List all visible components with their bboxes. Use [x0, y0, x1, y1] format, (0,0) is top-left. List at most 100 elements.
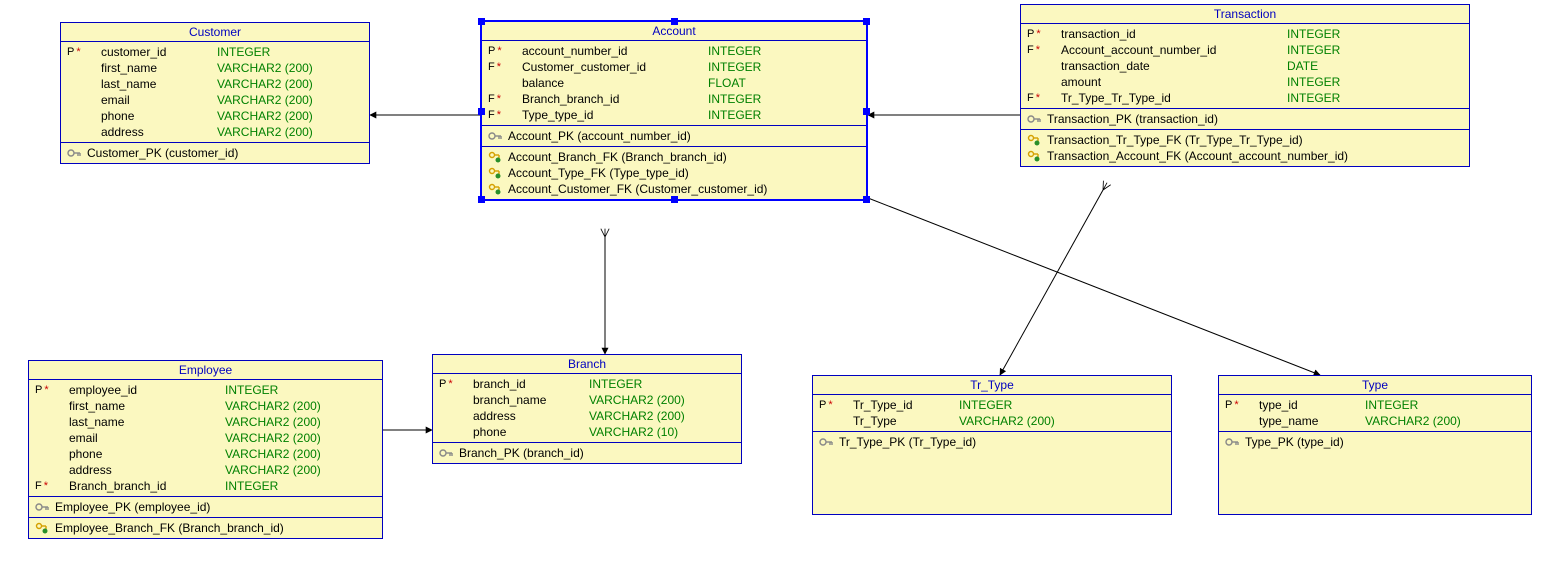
column-type: FLOAT [708, 76, 746, 90]
column-row[interactable]: transaction_dateDATE [1021, 58, 1469, 74]
column-type: VARCHAR2 (200) [225, 463, 321, 477]
column-row[interactable]: P*Tr_Type_idINTEGER [813, 397, 1171, 413]
key-label: Account_Branch_FK (Branch_branch_id) [508, 150, 727, 164]
key-label: Employee_PK (employee_id) [55, 500, 210, 514]
column-row[interactable]: F*Type_type_idINTEGER [482, 107, 866, 123]
pk-row[interactable]: Tr_Type_PK (Tr_Type_id) [813, 434, 1171, 450]
entity-tr-type[interactable]: Tr_Type P*Tr_Type_idINTEGERTr_Type VARCHA… [812, 375, 1172, 515]
column-name: type_id [1259, 398, 1359, 412]
column-type: VARCHAR2 (200) [225, 447, 321, 461]
column-type: INTEGER [1287, 27, 1340, 41]
column-type: VARCHAR2 (200) [589, 393, 685, 407]
column-type: VARCHAR2 (200) [217, 77, 313, 91]
column-row[interactable]: emailVARCHAR2 (200) [29, 430, 382, 446]
erd-canvas[interactable]: Customer P* customer_id INTEGER first_name V… [0, 0, 1557, 565]
keys-section: Transaction_Tr_Type_FK (Tr_Type_Tr_Type_… [1021, 130, 1469, 166]
column-name: Branch_branch_id [522, 92, 702, 106]
column-row[interactable]: phone VARCHAR2 (200) [29, 446, 382, 462]
column-row[interactable]: balanceFLOAT [482, 75, 866, 91]
entity-branch[interactable]: Branch P*branch_idINTEGERbranch_nameVARC… [432, 354, 742, 464]
column-type: INTEGER [217, 45, 270, 59]
column-row[interactable]: address VARCHAR2 (200) [29, 462, 382, 478]
column-type: VARCHAR2 (200) [225, 431, 321, 445]
column-row[interactable]: F*Branch_branch_idINTEGER [482, 91, 866, 107]
entity-transaction[interactable]: Transaction P*transaction_idINTEGERF*Acc… [1020, 4, 1470, 167]
entity-customer[interactable]: Customer P* customer_id INTEGERfirst_nameV… [60, 22, 370, 164]
column-row[interactable]: Tr_Type VARCHAR2 (200) [813, 413, 1171, 429]
column-name: account_number_id [522, 44, 702, 58]
column-row[interactable]: amountINTEGER [1021, 74, 1469, 90]
key-label: Transaction_Tr_Type_FK (Tr_Type_Tr_Type_… [1047, 133, 1303, 147]
key-label: Employee_Branch_FK (Branch_branch_id) [55, 521, 284, 535]
column-type: VARCHAR2 (200) [217, 61, 313, 75]
columns-section: P*Tr_Type_idINTEGERTr_Type VARCHAR2 (200) [813, 395, 1171, 432]
fk-row[interactable]: Employee_Branch_FK (Branch_branch_id) [29, 520, 382, 536]
entity-account[interactable]: Account P*account_number_idINTEGERF*Cust… [480, 20, 868, 201]
pk-row[interactable]: Transaction_PK (transaction_id) [1021, 111, 1469, 127]
column-row[interactable]: P*account_number_idINTEGER [482, 43, 866, 59]
fk-row[interactable]: Account_Type_FK (Type_type_id) [482, 165, 866, 181]
key-label: Customer_PK (customer_id) [87, 146, 238, 160]
column-row[interactable]: F*Tr_Type_Tr_Type_idINTEGER [1021, 90, 1469, 106]
entity-employee[interactable]: Employee P*employee_idINTEGERfirst_name V… [28, 360, 383, 539]
column-type: VARCHAR2 (200) [217, 93, 313, 107]
fk-row[interactable]: Transaction_Tr_Type_FK (Tr_Type_Tr_Type_… [1021, 132, 1469, 148]
column-type: INTEGER [959, 398, 1012, 412]
column-row[interactable]: P*branch_idINTEGER [433, 376, 741, 392]
column-row[interactable]: emailVARCHAR2 (200) [61, 92, 369, 108]
column-type: VARCHAR2 (200) [959, 414, 1055, 428]
entity-title: Employee [29, 361, 382, 380]
fk-row[interactable]: Account_Customer_FK (Customer_customer_i… [482, 181, 866, 197]
keys-section: Type_PK (type_id) [1219, 432, 1531, 452]
column-row[interactable]: branch_name VARCHAR2 (200) [433, 392, 741, 408]
column-row[interactable]: last_nameVARCHAR2 (200) [61, 76, 369, 92]
column-name: address [69, 463, 219, 477]
key-label: Account_PK (account_number_id) [508, 129, 691, 143]
column-row[interactable]: first_nameVARCHAR2 (200) [61, 60, 369, 76]
column-row[interactable]: first_name VARCHAR2 (200) [29, 398, 382, 414]
column-flags: P* [67, 46, 95, 58]
column-name: branch_name [473, 393, 583, 407]
pk-icon [67, 147, 81, 159]
column-row[interactable]: phoneVARCHAR2 (200) [61, 108, 369, 124]
columns-section: P*account_number_idINTEGERF*Customer_cus… [482, 41, 866, 126]
column-row[interactable]: P*type_idINTEGER [1219, 397, 1531, 413]
entity-title: Customer [61, 23, 369, 42]
column-row[interactable]: F*Customer_customer_idINTEGER [482, 59, 866, 75]
entity-type[interactable]: Type P*type_idINTEGERtype_nameVARCHAR2 (… [1218, 375, 1532, 515]
column-name: first_name [69, 399, 219, 413]
column-name: customer_id [101, 45, 211, 59]
column-row[interactable]: P* customer_id INTEGER [61, 44, 369, 60]
column-row[interactable]: P*employee_idINTEGER [29, 382, 382, 398]
column-row[interactable]: addressVARCHAR2 (200) [61, 124, 369, 140]
key-label: Transaction_PK (transaction_id) [1047, 112, 1218, 126]
pk-row[interactable]: Customer_PK (customer_id) [61, 145, 369, 161]
column-name: Tr_Type [853, 414, 953, 428]
fk-row[interactable]: Account_Branch_FK (Branch_branch_id) [482, 149, 866, 165]
column-type: INTEGER [708, 44, 761, 58]
column-type: INTEGER [1287, 91, 1340, 105]
pk-row[interactable]: Account_PK (account_number_id) [482, 128, 866, 144]
column-type: INTEGER [589, 377, 642, 391]
pk-row[interactable]: Branch_PK (branch_id) [433, 445, 741, 461]
keys-section: Account_PK (account_number_id) [482, 126, 866, 147]
pk-row[interactable]: Type_PK (type_id) [1219, 434, 1531, 450]
column-type: VARCHAR2 (200) [225, 399, 321, 413]
fk-icon [488, 183, 502, 195]
column-name: Tr_Type_Tr_Type_id [1061, 91, 1281, 105]
key-label: Account_Type_FK (Type_type_id) [508, 166, 689, 180]
column-row[interactable]: P*transaction_idINTEGER [1021, 26, 1469, 42]
columns-section: P*branch_idINTEGERbranch_name VARCHAR2 (2… [433, 374, 741, 443]
column-flags: P* [819, 399, 847, 411]
column-name: phone [69, 447, 219, 461]
pk-row[interactable]: Employee_PK (employee_id) [29, 499, 382, 515]
column-flags: F* [35, 480, 63, 492]
column-row[interactable]: addressVARCHAR2 (200) [433, 408, 741, 424]
column-row[interactable]: F*Account_account_number_idINTEGER [1021, 42, 1469, 58]
column-row[interactable]: type_nameVARCHAR2 (200) [1219, 413, 1531, 429]
column-row[interactable]: phoneVARCHAR2 (10) [433, 424, 741, 440]
column-row[interactable]: F*Branch_branch_idINTEGER [29, 478, 382, 494]
column-row[interactable]: last_nameVARCHAR2 (200) [29, 414, 382, 430]
fk-row[interactable]: Transaction_Account_FK (Account_account_… [1021, 148, 1469, 164]
column-type: VARCHAR2 (200) [589, 409, 685, 423]
